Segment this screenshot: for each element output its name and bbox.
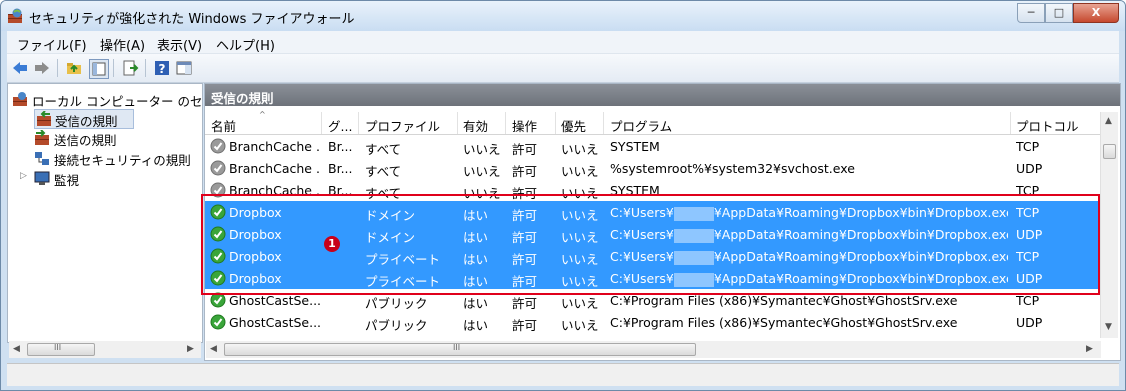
- column-enabled[interactable]: 有効: [463, 116, 488, 135]
- cell-override: いいえ: [561, 164, 599, 179]
- horizontal-scroll-thumb[interactable]: III: [224, 343, 696, 356]
- outbound-rules-icon: [35, 130, 49, 145]
- back-arrow-icon[interactable]: [11, 59, 29, 77]
- toolbar: ?: [7, 54, 1119, 83]
- cell-program: C:¥Program Files (x86)¥Symantec¥Ghost¥Gh…: [610, 293, 958, 308]
- annotation-badge: 1: [324, 236, 340, 252]
- firewall-app-icon: [8, 8, 22, 23]
- cell-action: 許可: [512, 296, 538, 311]
- cell-action: 許可: [512, 164, 538, 179]
- help-icon[interactable]: ?: [153, 59, 171, 77]
- cell-name: BranchCache ...: [229, 139, 321, 154]
- pane-header: 受信の規則: [205, 84, 1120, 106]
- scroll-thumb[interactable]: III: [27, 343, 95, 356]
- column-header-row: 名前 ^ グ... プロファイル 有効 操作 優先 プログラム プロトコル: [205, 110, 1100, 135]
- export-list-icon[interactable]: [121, 59, 139, 77]
- scroll-left-icon[interactable]: ◀: [210, 344, 217, 354]
- cell-profile: すべて: [365, 164, 402, 179]
- rule-row[interactable]: BranchCache ... Br... すべて いいえ 許可 いいえ %systemro…: [205, 157, 1100, 179]
- enabled-rule-icon: [210, 314, 226, 330]
- cell-protocol: UDP: [1016, 315, 1043, 330]
- cell-profile: すべて: [365, 142, 402, 157]
- tree-item-inbound-rules[interactable]: 受信の規則: [34, 109, 134, 129]
- rule-row[interactable]: GhostCastSe... パブリック はい 許可 いいえ C:¥Program Fil…: [205, 311, 1100, 333]
- menu-action[interactable]: 操作(A): [100, 35, 145, 54]
- disabled-rule-icon: [210, 160, 226, 176]
- tree-horizontal-scrollbar[interactable]: ◀ III ▶: [9, 341, 201, 358]
- cell-profile: パブリック: [365, 296, 428, 311]
- navigation-tree: ローカル コンピューター のセ 受信の規則 送信の規則 接続セキュリティの規則 …: [7, 83, 203, 358]
- maximize-button[interactable]: □: [1045, 3, 1073, 23]
- cell-protocol: TCP: [1016, 139, 1040, 154]
- cell-group: Br...: [328, 161, 353, 176]
- column-profile[interactable]: プロファイル: [365, 116, 440, 135]
- tree-item-label: 受信の規則: [55, 114, 118, 129]
- tree-item-label: ローカル コンピューター のセ: [32, 94, 203, 109]
- window-title: セキュリティが強化された Windows ファイアウォール: [29, 12, 355, 27]
- monitor-icon: [34, 171, 50, 185]
- forward-arrow-icon[interactable]: [33, 59, 51, 77]
- rule-row[interactable]: BranchCache ... Br... すべて いいえ 許可 いいえ SYSTEM TCP: [205, 135, 1100, 157]
- inbound-rules-icon: [37, 111, 51, 126]
- tree-item-label: 接続セキュリティの規則: [54, 153, 191, 168]
- tree-item-label: 送信の規則: [54, 133, 117, 148]
- cell-name: GhostCastSe...: [229, 293, 321, 308]
- cell-program: SYSTEM: [610, 139, 660, 154]
- cell-override: いいえ: [561, 296, 599, 311]
- sort-ascending-icon: ^: [259, 110, 266, 119]
- rules-vertical-scrollbar[interactable]: ▲ ▼: [1100, 112, 1118, 338]
- scroll-up-icon[interactable]: ▲: [1105, 116, 1112, 126]
- expand-arrow-icon[interactable]: ▷: [20, 171, 27, 181]
- cell-enabled: いいえ: [463, 142, 501, 157]
- cell-action: 許可: [512, 142, 538, 157]
- column-name[interactable]: 名前: [211, 116, 236, 135]
- cell-name: BranchCache ...: [229, 161, 321, 176]
- menu-file[interactable]: ファイル(F): [17, 35, 87, 54]
- scroll-left-icon[interactable]: ◀: [13, 344, 20, 354]
- column-program[interactable]: プログラム: [610, 116, 672, 135]
- column-action[interactable]: 操作: [512, 116, 537, 135]
- minimize-button[interactable]: ─: [1017, 3, 1045, 23]
- svg-text:?: ?: [159, 62, 166, 76]
- show-hide-tree-icon[interactable]: [89, 59, 109, 79]
- title-bar[interactable]: セキュリティが強化された Windows ファイアウォール ─ □ X: [1, 1, 1125, 31]
- rules-horizontal-scrollbar[interactable]: ◀ III ▶: [206, 341, 1101, 358]
- cell-enabled: はい: [463, 296, 489, 311]
- scroll-right-icon[interactable]: ▶: [187, 344, 194, 354]
- column-group[interactable]: グ...: [328, 116, 352, 135]
- cell-enabled: いいえ: [463, 164, 501, 179]
- scroll-down-icon[interactable]: ▼: [1105, 322, 1112, 332]
- cell-action: 許可: [512, 318, 538, 333]
- cell-override: いいえ: [561, 318, 599, 333]
- firewall-window: セキュリティが強化された Windows ファイアウォール ─ □ X ファイル…: [0, 0, 1126, 391]
- cell-profile: パブリック: [365, 318, 428, 333]
- cell-protocol: TCP: [1016, 293, 1040, 308]
- connection-security-icon: [35, 152, 49, 165]
- cell-group: Br...: [328, 139, 353, 154]
- tree-item-label: 監視: [54, 173, 80, 188]
- cell-program: C:¥Program Files (x86)¥Symantec¥Ghost¥Gh…: [610, 315, 958, 330]
- up-folder-icon[interactable]: [65, 59, 83, 77]
- vertical-scroll-thumb[interactable]: [1103, 144, 1116, 159]
- menu-view[interactable]: 表示(V): [157, 35, 202, 54]
- menu-help[interactable]: ヘルプ(H): [216, 35, 275, 54]
- properties-pane-icon[interactable]: [175, 59, 193, 77]
- column-override[interactable]: 優先: [561, 116, 586, 135]
- disabled-rule-icon: [210, 138, 226, 154]
- pane-title: 受信の規則: [211, 91, 274, 106]
- cell-override: いいえ: [561, 142, 599, 157]
- column-protocol[interactable]: プロトコル: [1016, 116, 1079, 135]
- scroll-right-icon[interactable]: ▶: [1086, 344, 1093, 354]
- cell-enabled: はい: [463, 318, 489, 333]
- firewall-icon: [13, 92, 27, 106]
- menu-bar: ファイル(F) 操作(A) 表示(V) ヘルプ(H): [7, 31, 1119, 54]
- status-bar: [7, 363, 1119, 386]
- close-button[interactable]: X: [1073, 3, 1119, 23]
- cell-name: GhostCastSe...: [229, 315, 321, 330]
- cell-program: %systemroot%¥system32¥svchost.exe: [610, 161, 855, 176]
- cell-protocol: UDP: [1016, 161, 1043, 176]
